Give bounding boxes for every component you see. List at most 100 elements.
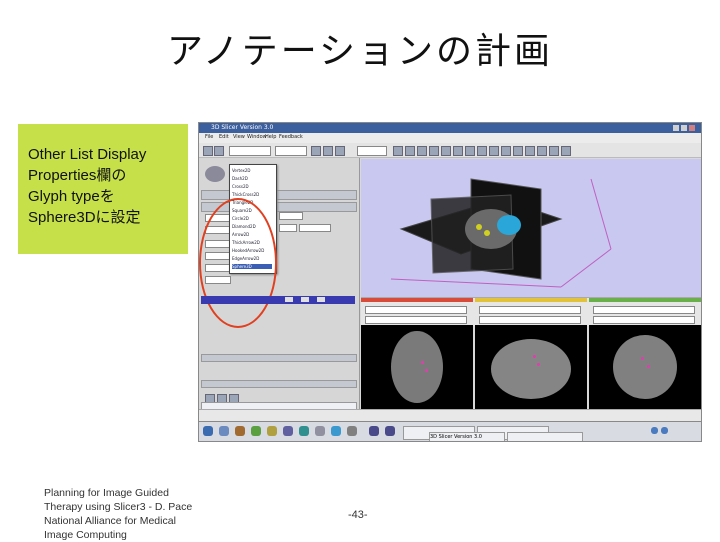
toolbar-icon[interactable]	[417, 146, 427, 156]
toolbar-icon[interactable]	[214, 146, 224, 156]
annotation-marker	[421, 361, 424, 364]
annotation-marker	[425, 369, 428, 372]
footer-credit: Planning for Image Guided Therapy using …	[44, 487, 193, 541]
toolbar-icon[interactable]	[561, 146, 571, 156]
glyph-option[interactable]: Dash2D	[232, 176, 272, 181]
scene-select[interactable]	[275, 146, 307, 156]
taskbar-window-button[interactable]: 3D Slicer Version 3.0	[429, 432, 505, 441]
app-icon[interactable]	[251, 426, 261, 436]
app-icon[interactable]	[369, 426, 379, 436]
tray-icon[interactable]	[651, 427, 658, 434]
window-title: 3D Slicer Version 3.0	[211, 124, 274, 131]
fiducial-sphere	[476, 224, 482, 230]
toolbar-icon[interactable]	[203, 146, 213, 156]
glyph-option[interactable]: Vertex2D	[232, 168, 272, 173]
toolbar-icon[interactable]	[429, 146, 439, 156]
coronal-slice-view[interactable]	[589, 325, 701, 409]
toolbar-icon[interactable]	[311, 146, 321, 156]
toolbar-icon[interactable]	[323, 146, 333, 156]
table-cell[interactable]	[285, 297, 293, 302]
toolbar-icon[interactable]	[335, 146, 345, 156]
slice-offset-slider[interactable]	[479, 306, 581, 314]
instruction-callout: Other List Display Properties欄の Glyph ty…	[18, 124, 188, 254]
menu-feedback[interactable]: Feedback	[279, 134, 303, 140]
menu-edit[interactable]: Edit	[219, 134, 229, 140]
maximize-icon[interactable]	[681, 125, 687, 131]
start-icon[interactable]	[203, 426, 213, 436]
os-taskbar: 3D Slicer Version 3.0	[199, 421, 701, 441]
table-cell[interactable]	[317, 297, 325, 302]
app-icon[interactable]	[235, 426, 245, 436]
toolbar-icon[interactable]	[465, 146, 475, 156]
annotation-marker	[537, 363, 540, 366]
app-icon[interactable]	[267, 426, 277, 436]
panel-field[interactable]	[299, 224, 331, 232]
module-select[interactable]	[229, 146, 271, 156]
app-icon[interactable]	[299, 426, 309, 436]
toolbar-icon[interactable]	[537, 146, 547, 156]
taskbar-window-button[interactable]	[507, 432, 583, 441]
toolbar-icon[interactable]	[453, 146, 463, 156]
panel-section-header[interactable]	[201, 380, 357, 388]
toolbar-icon[interactable]	[489, 146, 499, 156]
search-input[interactable]	[357, 146, 387, 156]
app-icon[interactable]	[219, 426, 229, 436]
bounding-box-line	[560, 248, 612, 288]
panel-section-header[interactable]	[201, 354, 357, 362]
3d-render	[390, 178, 612, 288]
module-panel: Vertex2D Dash2D Cross2D ThickCross2D Tri…	[199, 158, 360, 441]
toolbar-icon[interactable]	[549, 146, 559, 156]
table-cell[interactable]	[301, 297, 309, 302]
sagittal-slice-view[interactable]	[475, 325, 587, 409]
annotation-marker	[533, 355, 536, 358]
toolbar-icon[interactable]	[405, 146, 415, 156]
tumor-render	[497, 215, 521, 235]
slice-offset-slider[interactable]	[479, 316, 581, 324]
app-icon[interactable]	[347, 426, 357, 436]
app-icon[interactable]	[315, 426, 325, 436]
toolbar-icon[interactable]	[513, 146, 523, 156]
toolbar-icon[interactable]	[393, 146, 403, 156]
slice-offset-slider[interactable]	[593, 306, 695, 314]
highlight-ring	[199, 198, 277, 328]
red-slice-bar[interactable]	[361, 298, 473, 302]
main-toolbar	[199, 143, 701, 158]
table-row[interactable]	[201, 296, 355, 304]
panel-section-header[interactable]	[201, 190, 357, 200]
app-icon[interactable]	[283, 426, 293, 436]
brain-image	[491, 339, 571, 399]
slice-offset-slider[interactable]	[365, 316, 467, 324]
tray-icon[interactable]	[661, 427, 668, 434]
3d-view[interactable]	[361, 159, 701, 297]
menu-window[interactable]: Window	[247, 134, 267, 140]
brain-image	[613, 335, 677, 399]
axial-slice-view[interactable]	[361, 325, 473, 409]
toolbar-icon[interactable]	[441, 146, 451, 156]
close-icon[interactable]	[689, 125, 695, 131]
bounding-box-line	[390, 278, 562, 288]
slice-offset-slider[interactable]	[365, 306, 467, 314]
menu-view[interactable]: View	[233, 134, 245, 140]
green-slice-bar[interactable]	[589, 298, 701, 302]
slice-offset-slider[interactable]	[593, 316, 695, 324]
yellow-slice-bar[interactable]	[475, 298, 587, 302]
bounding-box-line	[590, 178, 612, 250]
fiducial-sphere	[484, 230, 490, 236]
panel-field[interactable]	[279, 212, 303, 220]
toolbar-icon[interactable]	[525, 146, 535, 156]
menu-file[interactable]: File	[205, 134, 213, 140]
app-icon[interactable]	[385, 426, 395, 436]
glyph-option[interactable]: Cross2D	[232, 184, 272, 189]
toolbar-icon[interactable]	[501, 146, 511, 156]
slide-title: アノテーションの計画	[166, 31, 554, 72]
minimize-icon[interactable]	[673, 125, 679, 131]
window-titlebar[interactable]: 3D Slicer Version 3.0	[199, 123, 701, 133]
app-icon[interactable]	[331, 426, 341, 436]
glyph-option[interactable]: ThickCross2D	[232, 192, 272, 197]
annotation-marker	[641, 357, 644, 360]
page-number: -43-	[348, 509, 368, 521]
toolbar-icon[interactable]	[477, 146, 487, 156]
menu-help[interactable]: Help	[265, 134, 276, 140]
brain-image	[391, 331, 443, 403]
panel-field[interactable]	[279, 224, 297, 232]
